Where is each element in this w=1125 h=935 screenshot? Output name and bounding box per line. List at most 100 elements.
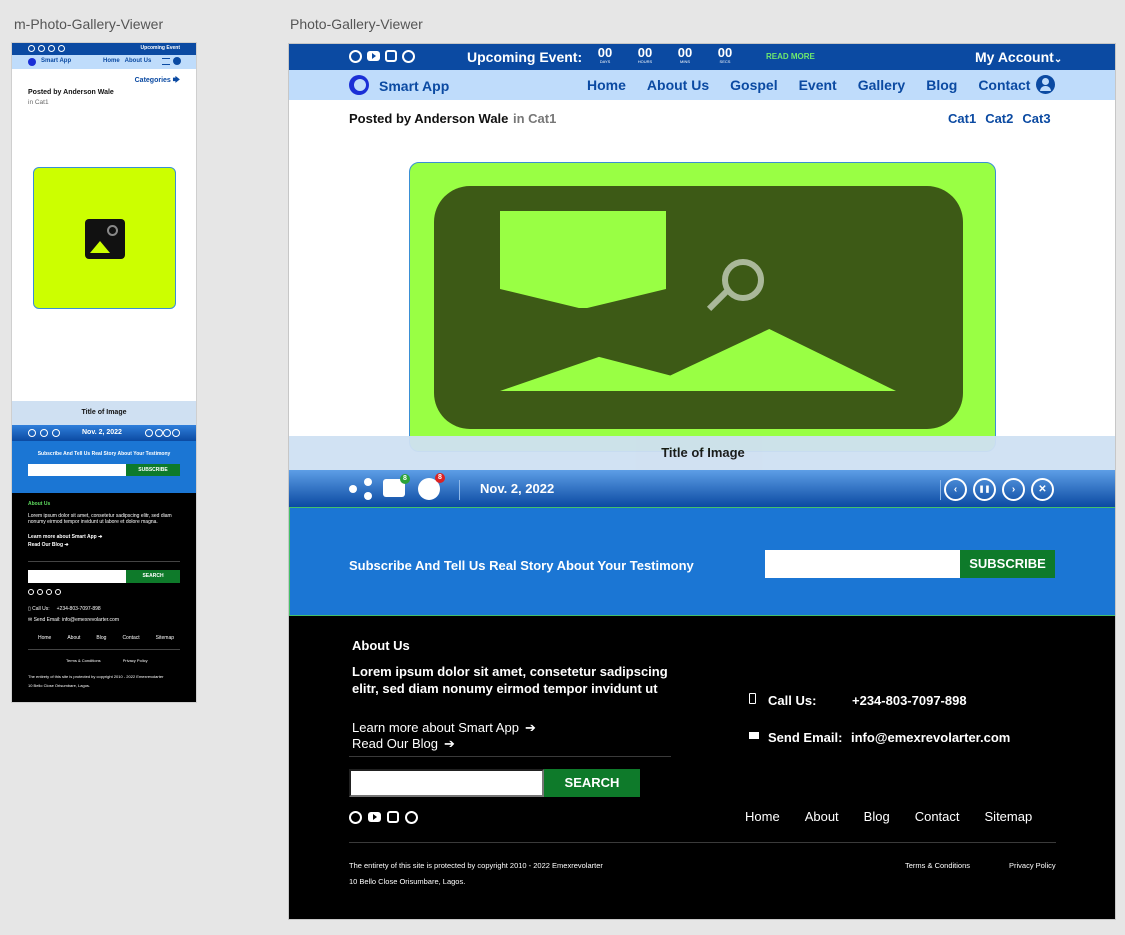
share-icon[interactable] [349, 478, 373, 500]
mobile-footer-nav-home[interactable]: Home [38, 635, 51, 641]
mobile-nav-home[interactable]: Home [103, 58, 120, 64]
nav-contact[interactable]: Contact [978, 77, 1030, 93]
facebook-icon[interactable] [349, 50, 362, 63]
mobile-privacy-link[interactable]: Privacy Policy [123, 658, 148, 663]
footer-nav-contact[interactable]: Contact [915, 809, 960, 824]
my-account-menu[interactable]: My Account⌄ [975, 49, 1062, 65]
email-address[interactable]: info@emexrevolarter.com [851, 730, 1010, 745]
instagram-icon[interactable] [385, 50, 397, 62]
youtube-icon[interactable] [367, 51, 380, 61]
prev-icon[interactable] [145, 429, 153, 437]
mobile-brand[interactable]: Smart App [41, 58, 71, 64]
whatsapp-icon[interactable] [405, 811, 418, 824]
account-icon[interactable] [173, 57, 181, 65]
facebook-icon[interactable] [28, 589, 34, 595]
instagram-icon[interactable] [46, 589, 52, 595]
mobile-categories-link[interactable]: Categories 🡆 [135, 76, 180, 87]
category-link-cat1[interactable]: Cat1 [948, 111, 976, 126]
mobile-footer-nav-contact[interactable]: Contact [122, 635, 139, 641]
category-link-cat2[interactable]: Cat2 [985, 111, 1013, 126]
search-input[interactable] [349, 769, 544, 797]
pause-icon[interactable]: ❚❚ [973, 478, 996, 501]
next-icon[interactable] [163, 429, 171, 437]
nav-gallery[interactable]: Gallery [858, 77, 905, 93]
mobile-navbar: Smart App Home About Us [12, 55, 196, 69]
close-icon[interactable] [172, 429, 180, 437]
nav-blog[interactable]: Blog [926, 77, 957, 93]
instagram-icon[interactable] [387, 811, 399, 823]
mobile-in-category[interactable]: in Cat1 [28, 99, 49, 106]
arrow-right-icon: ➔ [524, 720, 536, 735]
mobile-footer-nav-about[interactable]: About [67, 635, 80, 641]
mobile-subscribe-input[interactable] [28, 464, 126, 476]
nav-about-us[interactable]: About Us [647, 77, 709, 93]
mobile-gallery-image[interactable] [33, 167, 176, 309]
logo-icon[interactable] [349, 75, 369, 95]
mobile-footer-nav-blog[interactable]: Blog [96, 635, 106, 641]
nav-event[interactable]: Event [799, 77, 837, 93]
mobile-nav-links: Home About Us [103, 58, 151, 64]
youtube-icon[interactable] [38, 45, 45, 52]
countdown-mins: 00 MINS [675, 46, 695, 65]
emoji-reaction-icon[interactable]: 8 [418, 473, 445, 500]
image-placeholder-icon [85, 219, 125, 259]
instagram-icon[interactable] [48, 45, 55, 52]
read-blog-link[interactable]: Read Our Blog ➔ [352, 736, 455, 752]
logo-icon[interactable] [28, 58, 36, 66]
footer-nav-home[interactable]: Home [745, 809, 780, 824]
privacy-link[interactable]: Privacy Policy [1009, 861, 1056, 870]
whatsapp-icon[interactable] [58, 45, 65, 52]
comment-icon[interactable]: 8 [383, 474, 410, 497]
share-icon[interactable] [28, 429, 36, 437]
mobile-blog-link[interactable]: Read Our Blog ➔ [28, 542, 69, 548]
nav-gospel[interactable]: Gospel [730, 77, 777, 93]
whatsapp-icon[interactable] [402, 50, 415, 63]
mobile-posted-by: Posted by Anderson Wale [28, 89, 114, 96]
search-button[interactable]: SEARCH [544, 769, 640, 797]
brand-name[interactable]: Smart App [379, 78, 449, 94]
footer-nav-about[interactable]: About [805, 809, 839, 824]
facebook-icon[interactable] [28, 45, 35, 52]
mobile-phone-value[interactable]: +234-803-7097-898 [57, 606, 101, 612]
close-icon[interactable]: ✕ [1031, 478, 1054, 501]
gallery-image[interactable] [409, 162, 996, 452]
mobile-terms-link[interactable]: Terms & Conditions [66, 658, 101, 663]
footer-nav-sitemap[interactable]: Sitemap [985, 809, 1033, 824]
facebook-icon[interactable] [349, 811, 362, 824]
terms-link[interactable]: Terms & Conditions [905, 861, 970, 870]
mobile-search-input[interactable] [28, 570, 126, 583]
subscribe-input[interactable] [765, 550, 960, 578]
my-account-label: My Account [975, 49, 1054, 65]
phone-number[interactable]: +234-803-7097-898 [852, 693, 967, 708]
category-link-cat3[interactable]: Cat3 [1022, 111, 1050, 126]
mobile-learn-more-label: Learn more about Smart App [28, 534, 97, 540]
countdown-secs-value: 00 [717, 45, 733, 60]
post-date: Nov. 2, 2022 [480, 481, 555, 496]
post-category[interactable]: in Cat1 [513, 111, 556, 126]
youtube-icon[interactable] [37, 589, 43, 595]
subscribe-button[interactable]: SUBSCRIBE [960, 550, 1055, 578]
mobile-search-button[interactable]: SEARCH [126, 570, 180, 583]
comment-icon[interactable] [40, 429, 48, 437]
mobile-learn-more-link[interactable]: Learn more about Smart App ➔ [28, 534, 102, 540]
pause-icon[interactable] [155, 429, 163, 437]
whatsapp-icon[interactable] [55, 589, 61, 595]
next-icon[interactable]: › [1002, 478, 1025, 501]
youtube-icon[interactable] [368, 812, 381, 822]
mobile-upcoming-event[interactable]: Upcoming Event [141, 45, 180, 51]
mobile-footer-nav-sitemap[interactable]: Sitemap [156, 635, 174, 641]
nav-home[interactable]: Home [587, 77, 626, 93]
previous-icon[interactable]: ‹ [944, 478, 967, 501]
footer-nav-blog[interactable]: Blog [864, 809, 890, 824]
read-more-link[interactable]: READ MORE [766, 52, 815, 61]
learn-more-link[interactable]: Learn more about Smart App ➔ [352, 720, 536, 736]
mobile-subscribe-button[interactable]: SUBSCRIBE [126, 464, 180, 476]
countdown-days-value: 00 [597, 45, 613, 60]
arrow-right-icon: ➔ [444, 736, 455, 751]
emoji-icon[interactable] [52, 429, 60, 437]
mobile-nav-about[interactable]: About Us [125, 58, 152, 64]
mobile-email-value[interactable]: info@emexrevolarter.com [62, 617, 119, 623]
user-account-icon[interactable] [1036, 75, 1055, 94]
hamburger-menu-icon[interactable] [162, 58, 170, 65]
countdown-mins-value: 00 [677, 45, 693, 60]
